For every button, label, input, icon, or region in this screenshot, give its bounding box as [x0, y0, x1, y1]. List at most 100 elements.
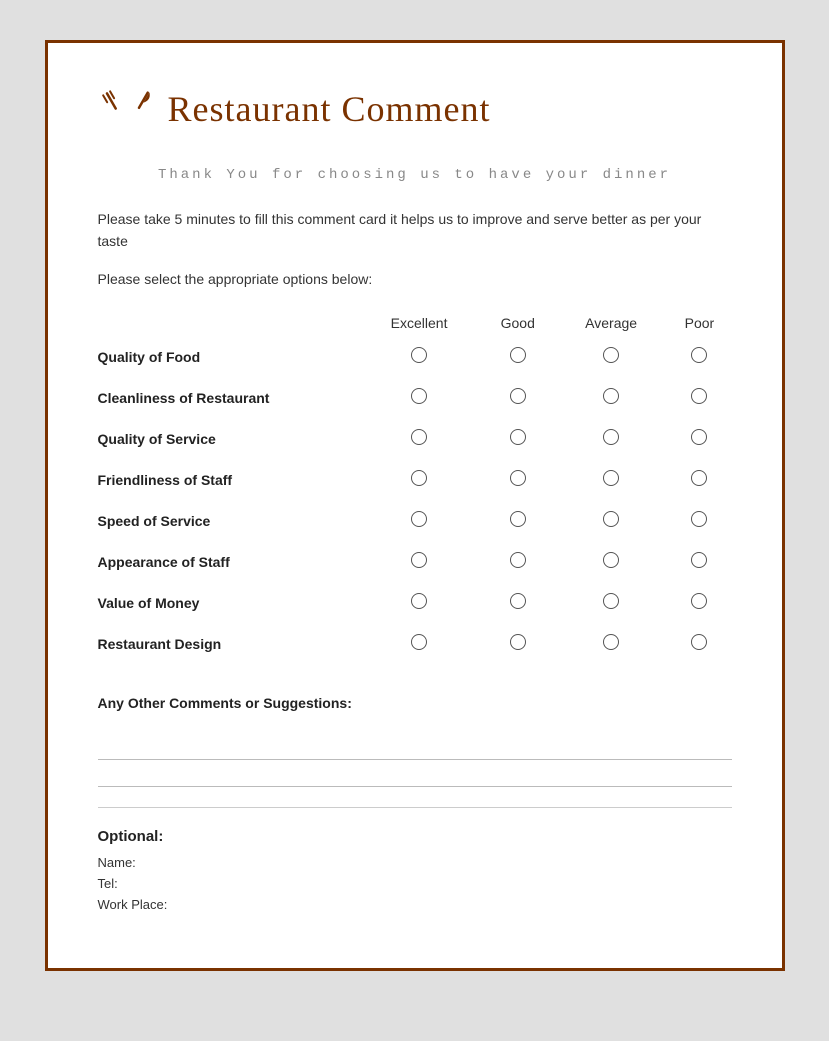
radio-good[interactable]: [481, 419, 555, 460]
comments-label: Any Other Comments or Suggestions:: [98, 695, 732, 711]
name-field: Name:: [98, 855, 732, 870]
table-row: Quality of Food: [98, 337, 732, 378]
row-label: Quality of Food: [98, 337, 358, 378]
radio-average[interactable]: [555, 337, 668, 378]
radio-excellent[interactable]: [358, 378, 481, 419]
optional-section: Optional: Name: Tel: Work Place:: [98, 828, 732, 912]
radio-average[interactable]: [555, 378, 668, 419]
radio-poor[interactable]: [667, 460, 731, 501]
comments-line-1: [98, 741, 732, 760]
radio-circle-average[interactable]: [603, 511, 619, 527]
radio-poor[interactable]: [667, 624, 731, 665]
col-excellent: Excellent: [358, 309, 481, 337]
radio-good[interactable]: [481, 501, 555, 542]
radio-circle-average[interactable]: [603, 388, 619, 404]
radio-excellent[interactable]: [358, 583, 481, 624]
radio-poor[interactable]: [667, 337, 731, 378]
radio-circle-good[interactable]: [510, 470, 526, 486]
table-row: Value of Money: [98, 583, 732, 624]
radio-circle-poor[interactable]: [691, 552, 707, 568]
radio-circle-good[interactable]: [510, 552, 526, 568]
radio-good[interactable]: [481, 460, 555, 501]
radio-circle-excellent[interactable]: [411, 429, 427, 445]
table-row: Quality of Service: [98, 419, 732, 460]
radio-circle-poor[interactable]: [691, 470, 707, 486]
radio-circle-average[interactable]: [603, 429, 619, 445]
radio-average[interactable]: [555, 542, 668, 583]
row-label: Friendliness of Staff: [98, 460, 358, 501]
rating-table: Excellent Good Average Poor Quality of F…: [98, 309, 732, 665]
row-label: Quality of Service: [98, 419, 358, 460]
radio-circle-excellent[interactable]: [411, 634, 427, 650]
radio-excellent[interactable]: [358, 542, 481, 583]
radio-average[interactable]: [555, 501, 668, 542]
radio-poor[interactable]: [667, 378, 731, 419]
col-good: Good: [481, 309, 555, 337]
row-label: Cleanliness of Restaurant: [98, 378, 358, 419]
row-label: Appearance of Staff: [98, 542, 358, 583]
radio-poor[interactable]: [667, 501, 731, 542]
table-row: Speed of Service: [98, 501, 732, 542]
radio-excellent[interactable]: [358, 624, 481, 665]
comments-section: Any Other Comments or Suggestions:: [98, 695, 732, 787]
row-label: Restaurant Design: [98, 624, 358, 665]
radio-average[interactable]: [555, 419, 668, 460]
radio-circle-average[interactable]: [603, 634, 619, 650]
main-title: Restaurant Comment: [168, 88, 491, 130]
radio-circle-good[interactable]: [510, 511, 526, 527]
radio-poor[interactable]: [667, 583, 731, 624]
workplace-field: Work Place:: [98, 897, 732, 912]
radio-circle-excellent[interactable]: [411, 593, 427, 609]
radio-average[interactable]: [555, 583, 668, 624]
row-label: Speed of Service: [98, 501, 358, 542]
radio-circle-good[interactable]: [510, 634, 526, 650]
radio-average[interactable]: [555, 624, 668, 665]
comment-card: Restaurant Comment Thank You for choosin…: [45, 40, 785, 971]
table-row: Appearance of Staff: [98, 542, 732, 583]
radio-excellent[interactable]: [358, 337, 481, 378]
radio-good[interactable]: [481, 378, 555, 419]
radio-circle-poor[interactable]: [691, 634, 707, 650]
radio-circle-good[interactable]: [510, 429, 526, 445]
radio-circle-average[interactable]: [603, 593, 619, 609]
tel-field: Tel:: [98, 876, 732, 891]
comments-line-2: [98, 768, 732, 787]
radio-circle-excellent[interactable]: [411, 388, 427, 404]
col-label: [98, 309, 358, 337]
table-row: Friendliness of Staff: [98, 460, 732, 501]
radio-circle-excellent[interactable]: [411, 511, 427, 527]
divider: [98, 807, 732, 808]
radio-circle-average[interactable]: [603, 552, 619, 568]
table-row: Restaurant Design: [98, 624, 732, 665]
radio-poor[interactable]: [667, 419, 731, 460]
radio-excellent[interactable]: [358, 460, 481, 501]
radio-good[interactable]: [481, 583, 555, 624]
col-poor: Poor: [667, 309, 731, 337]
radio-circle-average[interactable]: [603, 347, 619, 363]
radio-circle-excellent[interactable]: [411, 470, 427, 486]
radio-circle-poor[interactable]: [691, 593, 707, 609]
radio-average[interactable]: [555, 460, 668, 501]
radio-good[interactable]: [481, 337, 555, 378]
radio-good[interactable]: [481, 624, 555, 665]
radio-good[interactable]: [481, 542, 555, 583]
radio-excellent[interactable]: [358, 419, 481, 460]
radio-circle-average[interactable]: [603, 470, 619, 486]
utensil-icon: [98, 83, 150, 135]
header: Restaurant Comment: [98, 83, 732, 135]
thank-you-text: Thank You for choosing us to have your d…: [98, 165, 732, 186]
radio-circle-excellent[interactable]: [411, 347, 427, 363]
radio-poor[interactable]: [667, 542, 731, 583]
row-label: Value of Money: [98, 583, 358, 624]
radio-circle-excellent[interactable]: [411, 552, 427, 568]
radio-circle-good[interactable]: [510, 388, 526, 404]
radio-excellent[interactable]: [358, 501, 481, 542]
optional-title: Optional:: [98, 828, 732, 845]
radio-circle-good[interactable]: [510, 593, 526, 609]
radio-circle-poor[interactable]: [691, 429, 707, 445]
table-row: Cleanliness of Restaurant: [98, 378, 732, 419]
radio-circle-poor[interactable]: [691, 347, 707, 363]
radio-circle-good[interactable]: [510, 347, 526, 363]
radio-circle-poor[interactable]: [691, 388, 707, 404]
radio-circle-poor[interactable]: [691, 511, 707, 527]
